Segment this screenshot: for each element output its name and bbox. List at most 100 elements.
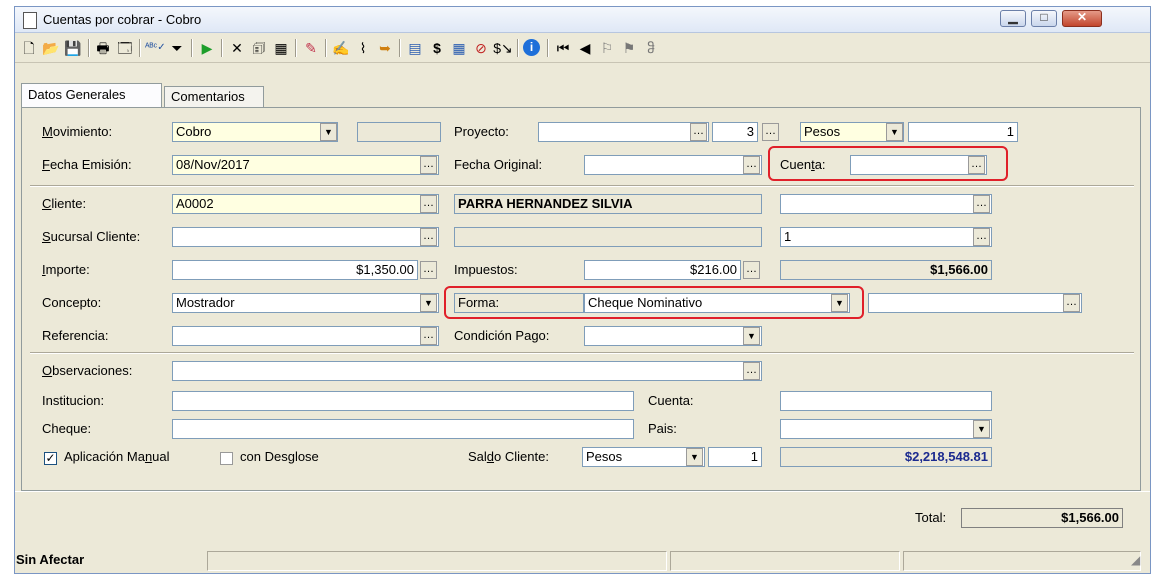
spell-check-icon[interactable]: ᴬᴮᶜ✓ [145,38,166,58]
close-icon: ✕ [1076,10,1088,24]
importe-input[interactable]: $1,350.00 [172,260,418,280]
flag-icon[interactable]: ⚐ [597,38,617,58]
status-bar: Sin Afectar ◢ [15,549,1150,573]
notes-icon[interactable]: 🗊 [249,38,269,58]
forma-select[interactable]: Cheque Nominativo [584,293,850,313]
cliente-input[interactable]: A0002 [172,194,439,214]
institucion-label: Institucion: [42,393,105,408]
concepto-chevron-down-icon[interactable]: ▼ [420,294,437,312]
cuenta-bancaria-input[interactable] [780,391,992,411]
print-icon[interactable]: 🖶 [93,38,113,58]
saldo-moneda-chevron-down-icon[interactable]: ▼ [686,448,703,466]
print-preview-icon[interactable]: 🗔 [115,38,135,58]
info-icon[interactable]: i [523,39,540,56]
toolbar: 🗋 📂 💾 🖶 🗔 ᴬᴮᶜ✓ ⏷ ▶ ✕ 🗊 ▦ ✎ ✍ ⌇ ➥ ▤ $ ▦ ⊘… [15,34,1150,63]
minimize-button[interactable]: ▁ [1000,10,1026,27]
attachment-icon[interactable]: ⌇ [353,38,373,58]
proyecto-number-lookup-button[interactable]: … [762,123,779,141]
import-icon[interactable]: ➥ [375,38,395,58]
new-doc-icon[interactable]: 🗋 [19,38,39,58]
cheque-input[interactable] [172,419,634,439]
title-bar[interactable]: Cuentas por cobrar - Cobro ▁ □ ✕ [15,7,1150,33]
cliente-extra-lookup-button[interactable]: … [973,195,990,213]
concepto-select[interactable]: Mostrador [172,293,439,313]
prev-record-icon[interactable]: ◀ [575,38,595,58]
save-icon[interactable]: 💾 [63,38,83,58]
forma-chevron-down-icon[interactable]: ▼ [831,294,848,312]
first-record-icon[interactable]: ⏮ [553,38,573,58]
observaciones-lookup-button[interactable]: … [743,362,760,380]
brush-icon[interactable]: ✎ [301,38,321,58]
cliente-extra-input[interactable] [780,194,992,214]
moneda-chevron-down-icon[interactable]: ▼ [886,123,903,141]
forma-label-box: Forma: [454,293,584,313]
affect-play-icon[interactable]: ▶ [197,38,217,58]
referencia-label: Referencia: [42,328,109,343]
cuenta-bancaria-label: Cuenta: [648,393,694,408]
proyecto-lookup-button[interactable]: … [690,123,707,141]
referencia-input[interactable] [172,326,439,346]
fecha-emision-input[interactable]: 08/Nov/2017 [172,155,439,175]
dollar-icon[interactable]: $ [427,38,447,58]
importe-label: Importe: [42,262,90,277]
fecha-original-calendar-button[interactable]: … [743,156,760,174]
no-money-icon[interactable]: ⊘ [471,38,491,58]
tipo-cambio-field[interactable]: 1 [908,122,1018,142]
aplicacion-manual-checkbox[interactable]: ✓ [44,452,57,465]
forma-extra-input[interactable] [868,293,1082,313]
tab-datos-generales[interactable]: Datos Generales [21,83,162,107]
tab-comentarios[interactable]: Comentarios [164,86,264,107]
main-window: Cuentas por cobrar - Cobro ▁ □ ✕ 🗋 📂 💾 🖶… [14,6,1151,574]
proyecto-input[interactable] [538,122,709,142]
condicion-pago-label: Condición Pago: [454,328,550,343]
maximize-button[interactable]: □ [1031,10,1057,27]
sucursal-extra-input[interactable]: 1 [780,227,992,247]
filter-icon[interactable]: ⏷ [167,38,187,58]
money-icon[interactable]: ▤ [405,38,425,58]
proyecto-number-field[interactable]: 3 [712,122,758,142]
total-label: Total: [915,510,947,525]
observaciones-label: Observaciones: [42,363,133,378]
section-divider-2 [30,352,1134,354]
chevron-down-icon[interactable]: ▼ [320,123,337,141]
institucion-input[interactable] [172,391,634,411]
calculator-icon[interactable]: ▦ [449,38,469,58]
observaciones-input[interactable] [172,361,762,381]
fecha-emision-calendar-button[interactable]: … [420,156,437,174]
importe-lookup-button[interactable]: … [420,261,437,279]
sucursal-input[interactable] [172,227,439,247]
fecha-emision-label: Fecha Emisión: [42,157,132,172]
con-desglose-checkbox[interactable] [220,452,233,465]
calendar-icon[interactable]: ▦ [271,38,291,58]
condicion-pago-chevron-down-icon[interactable]: ▼ [743,327,760,345]
forma-extra-lookup-button[interactable]: … [1063,294,1080,312]
pais-select[interactable] [780,419,992,439]
cliente-lookup-button[interactable]: … [420,195,437,213]
referencia-lookup-button[interactable]: … [420,327,437,345]
fecha-original-input[interactable] [584,155,762,175]
section-divider [30,185,1134,187]
close-button[interactable]: ✕ [1062,10,1102,27]
condicion-pago-select[interactable] [584,326,762,346]
movimiento-select[interactable]: Cobro [172,122,338,142]
resize-grip-icon[interactable]: ◢ [1131,553,1140,567]
open-folder-icon[interactable]: 📂 [41,38,61,58]
saldo-tipo-cambio-field[interactable]: 1 [708,447,762,467]
importe-total-field: $1,566.00 [780,260,992,280]
impuestos-label: Impuestos: [454,262,518,277]
impuestos-input[interactable]: $216.00 [584,260,741,280]
footer-bar: Total: $1,566.00 [15,491,1150,548]
pais-chevron-down-icon[interactable]: ▼ [973,420,990,438]
cuenta-lookup-button[interactable]: … [968,156,985,174]
cuenta-input[interactable] [850,155,987,175]
status-text: Sin Afectar [16,552,85,567]
sucursal-lookup-button[interactable]: … [420,228,437,246]
flag-outline-icon[interactable]: ⚑ [619,38,639,58]
dollar-arrow-icon[interactable]: $↘ [493,38,513,58]
sucursal-extra-lookup-button[interactable]: … [973,228,990,246]
impuestos-lookup-button[interactable]: … [743,261,760,279]
status-pane-3 [670,551,900,571]
users-icon[interactable]: ჵ [641,38,661,58]
edit-icon[interactable]: ✍ [331,38,351,58]
cancel-x-icon[interactable]: ✕ [227,38,247,58]
